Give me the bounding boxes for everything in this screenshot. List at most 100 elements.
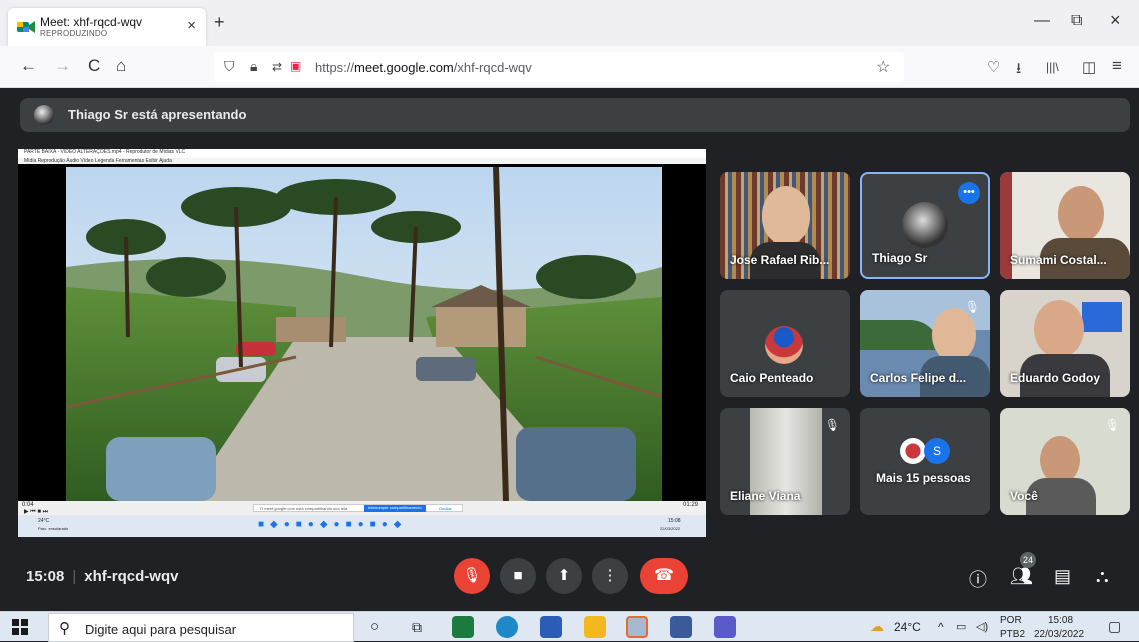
shield-icon[interactable]: ⛉: [224, 58, 235, 75]
avatar: [34, 105, 54, 125]
presenter-banner: Thiago Sr está apresentando: [20, 98, 1130, 132]
tab-title: Meet: xhf-rqcd-wqv: [40, 15, 143, 29]
download-icon[interactable]: ⭳: [1016, 58, 1021, 83]
word-icon[interactable]: [540, 616, 562, 638]
network-icon[interactable]: ▭: [956, 620, 966, 633]
app-icon[interactable]: [670, 616, 692, 638]
home-button[interactable]: ⌂: [116, 56, 126, 76]
participant-tile[interactable]: Jose Rafael Rib...: [720, 172, 850, 279]
participant-count-badge: 24: [1020, 552, 1036, 568]
info-icon: ⓘ: [969, 570, 987, 590]
keyboard-layout[interactable]: PTB2: [1000, 629, 1025, 640]
mic-off-icon: 🎙︎: [462, 567, 482, 584]
participant-options-button[interactable]: •••: [958, 182, 980, 204]
more-options-button[interactable]: ⋮: [592, 558, 628, 594]
edge-icon[interactable]: [496, 616, 518, 638]
meeting-info: 15:08 | xhf-rqcd-wqv: [26, 568, 179, 585]
new-tab-button[interactable]: +: [214, 12, 225, 33]
tab-close-icon[interactable]: ×: [187, 17, 196, 34]
camera-toggle-button[interactable]: ■: [500, 558, 536, 594]
hangup-button[interactable]: ☎: [640, 558, 688, 594]
more-participants-label: Mais 15 pessoas: [876, 471, 971, 485]
participant-tile[interactable]: Sumami Costal...: [1000, 172, 1130, 279]
tray-chevron-icon[interactable]: ^: [938, 620, 944, 634]
shared-taskbar: 24°C Parc. ensolarado ■◆●■●◆●■●■●◆ 15:08…: [18, 515, 706, 537]
participant-tile[interactable]: Caio Penteado: [720, 290, 850, 397]
screen-share-indicator-icon[interactable]: ▣: [290, 59, 301, 73]
shared-screen[interactable]: PARTE BAIXA - VIDEO ALTERAÇÕES.mp4 - Rep…: [18, 149, 706, 537]
phone-hangup-icon: ☎: [654, 567, 674, 584]
activities-button[interactable]: ⛬: [1096, 566, 1109, 587]
chat-button[interactable]: ▤: [1054, 566, 1071, 587]
meeting-time: 15:08: [26, 568, 65, 585]
tab-audio-status: REPRODUZINDO: [40, 29, 108, 38]
vlc-menu-bar: Mídia Reprodução Áudio Vídeo Legenda Fer…: [18, 158, 706, 164]
cortana-icon[interactable]: ○: [370, 618, 379, 635]
menu-icon[interactable]: ≡: [1112, 56, 1122, 76]
reload-button[interactable]: C: [88, 56, 100, 76]
participant-name: Eliane Viana: [730, 489, 801, 503]
pocket-icon[interactable]: ♡: [987, 58, 1000, 76]
restore-button[interactable]: ⧉: [1071, 12, 1082, 30]
bookmark-star-icon[interactable]: ☆: [876, 57, 890, 77]
camera-icon: ■: [513, 567, 523, 584]
forward-button[interactable]: →: [54, 56, 71, 76]
vlc-title-bar: PARTE BAIXA - VIDEO ALTERAÇÕES.mp4 - Rep…: [18, 149, 706, 158]
notification-icon[interactable]: ▢: [1108, 618, 1121, 635]
people-button[interactable]: 👥︎: [1010, 566, 1033, 587]
meet-icon: [17, 21, 35, 33]
avatar: [765, 326, 803, 364]
participant-name: Caio Penteado: [730, 371, 814, 385]
avatar: [900, 438, 926, 464]
mic-off-icon: 🎙︎: [1104, 418, 1120, 432]
file-explorer-icon[interactable]: [584, 616, 606, 638]
participant-name: Eduardo Godoy: [1010, 371, 1100, 385]
back-button[interactable]: ←: [20, 56, 37, 76]
volume-icon[interactable]: ◁): [976, 620, 988, 633]
lock-icon[interactable]: 🔒︎: [250, 58, 257, 75]
present-button[interactable]: ⬆: [546, 558, 582, 594]
participant-tile[interactable]: 🎙︎ Eliane Viana: [720, 408, 850, 515]
teams-icon[interactable]: [714, 616, 736, 638]
participant-tile[interactable]: 🎙︎ Carlos Felipe d...: [860, 290, 990, 397]
video-frame: [66, 167, 662, 501]
search-placeholder: Digite aqui para pesquisar: [85, 622, 237, 637]
task-view-icon[interactable]: ⧉: [412, 619, 422, 636]
browser-tab-strip: Meet: xhf-rqcd-wqv REPRODUZINDO × + — ⧉ …: [0, 0, 1139, 46]
search-icon: ⚲: [59, 620, 70, 637]
share-notice: O meet.google.com está compartilhando su…: [253, 504, 463, 512]
participant-tile[interactable]: 🎙︎ Você: [1000, 408, 1130, 515]
minimize-button[interactable]: —: [1034, 12, 1050, 30]
mic-off-icon: 🎙︎: [824, 418, 840, 432]
weather-icon[interactable]: ☁: [870, 618, 884, 635]
taskbar-search[interactable]: ⚲ Digite aqui para pesquisar: [48, 613, 354, 642]
meeting-details-button[interactable]: ⓘ: [969, 566, 987, 592]
participant-name: Carlos Felipe d...: [870, 371, 967, 385]
avatar: S: [924, 438, 950, 464]
activities-icon: ⛬: [1096, 566, 1109, 586]
sidebar-icon[interactable]: ◫: [1082, 58, 1096, 76]
more-participants-tile[interactable]: S Mais 15 pessoas: [860, 408, 990, 515]
presenter-text: Thiago Sr está apresentando: [68, 107, 247, 122]
firefox-icon[interactable]: [626, 616, 648, 638]
participant-name: Thiago Sr: [872, 251, 928, 265]
weather-temp[interactable]: 24°C: [894, 620, 921, 634]
shared-taskbar-icons: ■◆●■●◆●■●■●◆: [258, 519, 408, 530]
vlc-time-total: 01:29: [682, 502, 698, 508]
clock-time[interactable]: 15:08: [1048, 615, 1073, 626]
participant-tile[interactable]: ••• Thiago Sr: [860, 172, 990, 279]
more-vert-icon: ⋮: [602, 567, 618, 584]
close-window-button[interactable]: ×: [1110, 10, 1121, 31]
language-indicator[interactable]: POR: [1000, 615, 1022, 626]
participant-tile[interactable]: Eduardo Godoy: [1000, 290, 1130, 397]
chat-icon: ▤: [1054, 566, 1072, 586]
participant-name: Jose Rafael Rib...: [730, 253, 830, 267]
excel-icon[interactable]: [452, 616, 474, 638]
browser-tab-meet[interactable]: Meet: xhf-rqcd-wqv REPRODUZINDO ×: [8, 8, 206, 46]
mic-toggle-button[interactable]: 🎙︎: [454, 558, 490, 594]
permissions-icon[interactable]: ⇄: [272, 60, 282, 74]
url-bar[interactable]: ⛉ 🔒︎ ⇄ ▣ https://meet.google.com/xhf-rqc…: [214, 52, 904, 82]
windows-start-icon[interactable]: [12, 619, 28, 635]
clock-date[interactable]: 22/03/2022: [1034, 629, 1084, 640]
library-icon[interactable]: |||\: [1046, 60, 1059, 74]
